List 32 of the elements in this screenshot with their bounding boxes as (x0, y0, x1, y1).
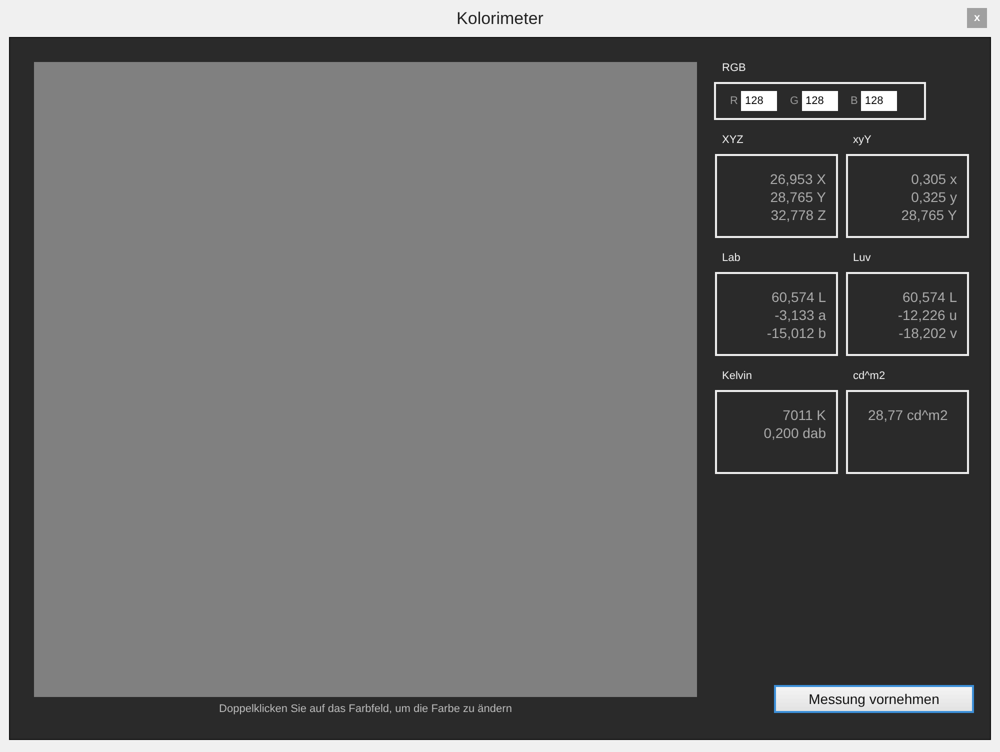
channel-label: G (790, 95, 799, 107)
channel-input[interactable]: 128 (860, 91, 897, 111)
channel-label: R (730, 95, 738, 107)
hint-text: Doppelklicken Sie auf das Farbfeld, um die Farbe zu ändern (219, 703, 512, 715)
value-text: 32,778 Z (770, 206, 826, 224)
group-label: Lab (722, 252, 742, 266)
group-label: xyY (853, 134, 872, 148)
value-text: 60,574 L (902, 288, 957, 306)
value-text: 0,325 y (911, 188, 957, 206)
value-text: 26,953 X (770, 170, 826, 188)
value-text: -15,012 b (766, 324, 826, 342)
value-text: 7011 K (782, 406, 826, 424)
value-text: 28,765 Y (901, 206, 957, 224)
value-text: 28,765 Y (770, 188, 826, 206)
measure-button[interactable]: Messung vornehmen (774, 685, 974, 713)
value-text: 28,77 cd^m2 (868, 406, 948, 424)
window-title: Kolorimeter (456, 8, 544, 28)
group-label: Kelvin (722, 370, 753, 384)
value-text: 0,200 dab (764, 424, 826, 442)
group-label: RGB (722, 62, 747, 76)
value-text: 0,305 x (911, 170, 957, 188)
group-label: cd^m2 (853, 370, 886, 384)
group-label: Luv (853, 252, 872, 266)
channel-input[interactable]: 128 (740, 91, 777, 111)
channel-input[interactable]: 128 (802, 91, 838, 111)
group-label: XYZ (722, 134, 744, 148)
color-swatch[interactable] (34, 62, 697, 697)
value-text: -18,202 v (898, 324, 957, 342)
value-text: -3,133 a (774, 306, 826, 324)
channel-label: B (850, 95, 858, 107)
value-text: -12,226 u (898, 306, 957, 324)
value-text: 60,574 L (772, 288, 826, 306)
